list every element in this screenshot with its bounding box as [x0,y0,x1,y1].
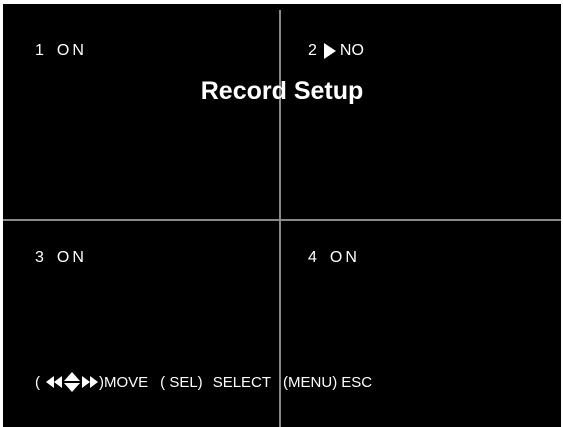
help-move-label: )MOVE [99,373,149,391]
left-arrow-icon [46,376,54,388]
record-status: NO [339,42,364,59]
channel-number: 1 [35,42,47,59]
right-arrow-icon [82,376,90,388]
help-menu-key: (MENU) [283,373,338,391]
direction-arrows-icon [46,372,98,392]
channel-2-record-option[interactable]: 2 NO [308,42,364,60]
help-esc-label: ESC [341,373,373,391]
channel-3-record-option[interactable]: 3 ON [35,249,87,267]
right-arrow-icon [90,376,98,388]
help-open-paren: ( [35,373,40,391]
record-status: ON [56,42,87,59]
key-help-bar: ( )MOVE ( SEL) SELECT (MENU) ESC [35,372,372,392]
record-setup-screen: 1 ON 2 NO Record Setup 3 ON 4 ON ( )MOVE… [3,4,561,427]
help-sel-key: ( SEL) [160,373,203,391]
record-status: ON [329,249,360,266]
selection-cursor-icon [323,43,336,59]
help-select-label: SELECT [212,373,272,391]
channel-4-record-option[interactable]: 4 ON [308,249,360,267]
channel-number: 4 [308,249,320,266]
down-arrow-icon [64,383,80,392]
record-status: ON [56,249,87,266]
page-title: Record Setup [200,77,364,105]
left-arrow-icon [54,376,62,388]
channel-number: 2 [308,42,320,59]
up-down-arrow-icon [64,372,80,392]
channel-1-record-option[interactable]: 1 ON [35,42,87,60]
up-arrow-icon [64,372,80,381]
channel-number: 3 [35,249,47,266]
quad-divider-horizontal [3,219,561,221]
